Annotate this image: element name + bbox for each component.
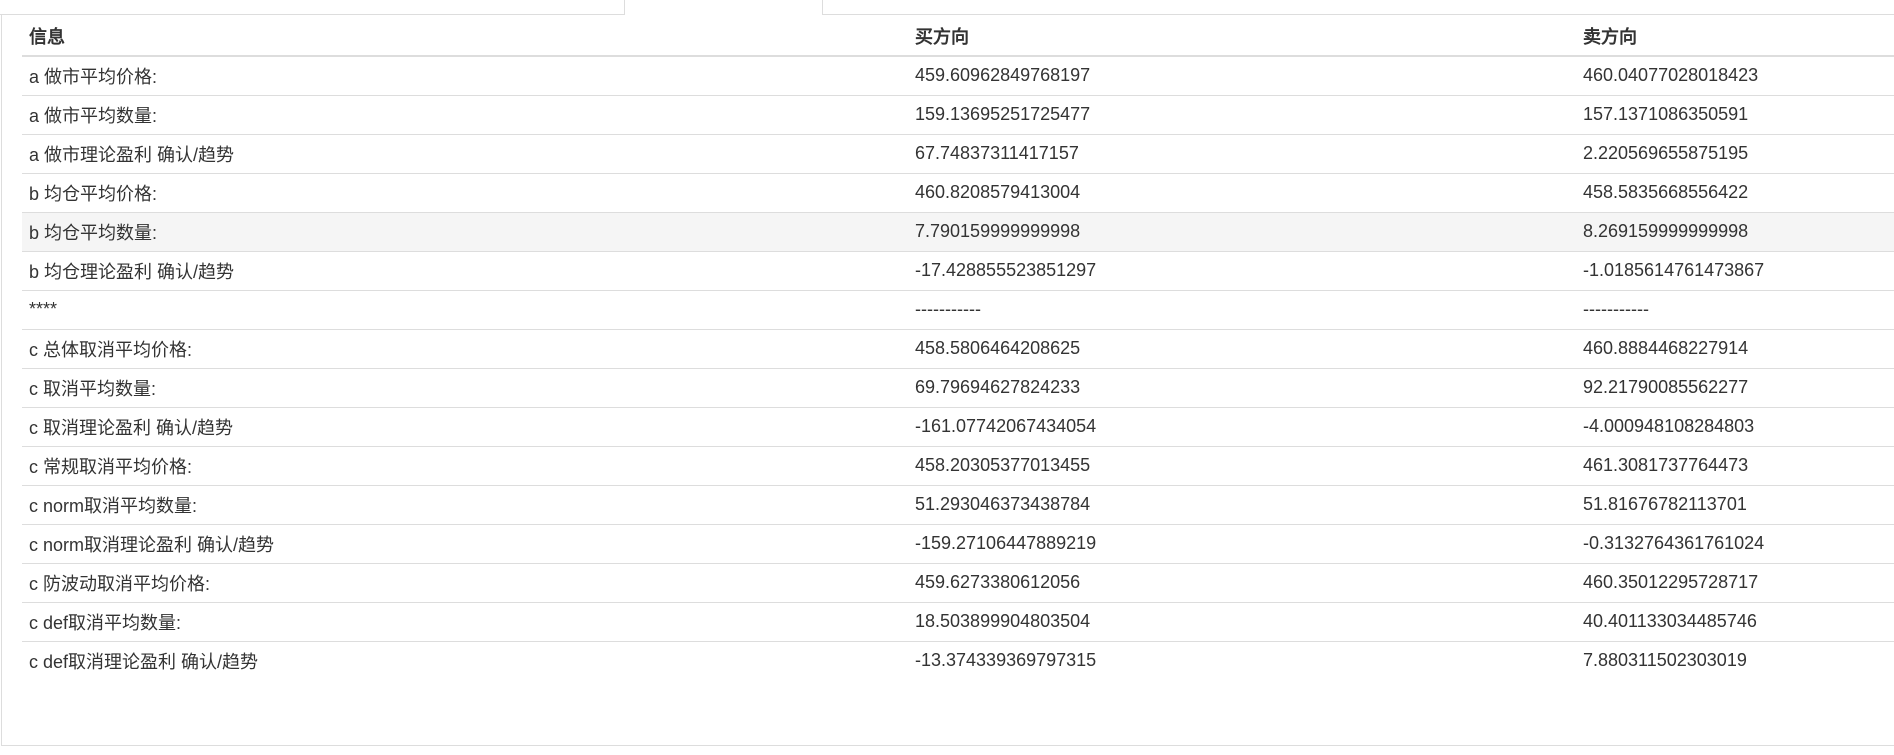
sell-value-cell: 7.880311502303019 <box>1576 640 1894 680</box>
table-row: a 做市平均数量: 159.13695251725477 157.137108635… <box>22 94 1894 134</box>
table-row: **** ----------- ----------- <box>22 289 1894 329</box>
table-header: 信息 买方向 卖方向 <box>22 16 1894 57</box>
buy-value-cell: -17.428855523851297 <box>908 250 1576 290</box>
info-cell: c def取消平均数量: <box>22 601 908 641</box>
table-row: c 总体取消平均价格: 458.5806464208625 460.88844682… <box>22 328 1894 368</box>
info-cell: c 常规取消平均价格: <box>22 445 908 485</box>
table-row: a 做市理论盈利 确认/趋势 67.74837311417157 2.2205696… <box>22 133 1894 173</box>
info-cell: b 均仓平均价格: <box>22 172 908 212</box>
sell-value-cell: 2.220569655875195 <box>1576 133 1894 173</box>
buy-value-cell: 69.79694627824233 <box>908 367 1576 407</box>
sell-value-cell: 157.1371086350591 <box>1576 94 1894 134</box>
header-info: 信息 <box>22 16 908 57</box>
buy-value-cell: 51.293046373438784 <box>908 484 1576 524</box>
buy-value-cell: 459.6273380612056 <box>908 562 1576 602</box>
header-sell-direction: 卖方向 <box>1576 16 1894 57</box>
tab-inactive-right[interactable] <box>822 0 1894 15</box>
table-row: a 做市平均价格: 459.60962849768197 460.040770280… <box>22 55 1894 95</box>
table-row: c norm取消平均数量: 51.293046373438784 51.816767… <box>22 484 1894 524</box>
buy-value-cell: 18.503899904803504 <box>908 601 1576 641</box>
sell-value-cell: -1.0185614761473867 <box>1576 250 1894 290</box>
tab-strip <box>0 0 1894 16</box>
info-cell: a 做市平均价格: <box>22 55 908 95</box>
table-row: c def取消平均数量: 18.503899904803504 40.4011330… <box>22 601 1894 641</box>
sell-value-cell: -0.3132764361761024 <box>1576 523 1894 563</box>
buy-value-cell: -161.07742067434054 <box>908 406 1576 446</box>
header-row: 信息 买方向 卖方向 <box>22 16 1894 57</box>
info-cell: c norm取消平均数量: <box>22 484 908 524</box>
sell-value-cell: 8.269159999999998 <box>1576 211 1894 251</box>
tab-inactive-left[interactable] <box>0 0 625 15</box>
info-cell: b 均仓平均数量: <box>22 211 908 251</box>
page: 信息 买方向 卖方向 a 做市平均价格: 459.60962849768197 46… <box>0 0 1894 755</box>
buy-value-cell: 458.5806464208625 <box>908 328 1576 368</box>
sell-value-cell: ----------- <box>1576 289 1894 329</box>
info-cell: c def取消理论盈利 确认/趋势 <box>22 640 908 680</box>
buy-value-cell: 458.20305377013455 <box>908 445 1576 485</box>
buy-value-cell: -13.374339369797315 <box>908 640 1576 680</box>
buy-value-cell: 7.790159999999998 <box>908 211 1576 251</box>
info-cell: c 防波动取消平均价格: <box>22 562 908 602</box>
tab-active[interactable] <box>625 0 822 16</box>
info-cell: c 取消平均数量: <box>22 367 908 407</box>
sell-value-cell: 458.5835668556422 <box>1576 172 1894 212</box>
info-cell: c norm取消理论盈利 确认/趋势 <box>22 523 908 563</box>
buy-value-cell: 459.60962849768197 <box>908 55 1576 95</box>
table-row: b 均仓平均数量: 7.790159999999998 8.269159999999… <box>22 211 1894 251</box>
table-body: a 做市平均价格: 459.60962849768197 460.040770280… <box>22 55 1894 680</box>
info-cell: c 总体取消平均价格: <box>22 328 908 368</box>
buy-value-cell: -159.27106447889219 <box>908 523 1576 563</box>
buy-value-cell: 460.8208579413004 <box>908 172 1576 212</box>
table-row: c 取消理论盈利 确认/趋势 -161.07742067434054 -4.0009… <box>22 406 1894 446</box>
table-row: c def取消理论盈利 确认/趋势 -13.374339369797315 7.88… <box>22 640 1894 680</box>
buy-value-cell: ----------- <box>908 289 1576 329</box>
sell-value-cell: 460.8884468227914 <box>1576 328 1894 368</box>
buy-value-cell: 67.74837311417157 <box>908 133 1576 173</box>
table-row: b 均仓平均价格: 460.8208579413004 458.5835668556… <box>22 172 1894 212</box>
table-row: c 防波动取消平均价格: 459.6273380612056 460.3501229… <box>22 562 1894 602</box>
info-table: 信息 买方向 卖方向 a 做市平均价格: 459.60962849768197 46… <box>22 16 1894 680</box>
table-row: b 均仓理论盈利 确认/趋势 -17.428855523851297 -1.0185… <box>22 250 1894 290</box>
sell-value-cell: 92.21790085562277 <box>1576 367 1894 407</box>
buy-value-cell: 159.13695251725477 <box>908 94 1576 134</box>
info-cell: c 取消理论盈利 确认/趋势 <box>22 406 908 446</box>
sell-value-cell: 460.04077028018423 <box>1576 55 1894 95</box>
info-cell: b 均仓理论盈利 确认/趋势 <box>22 250 908 290</box>
info-cell: a 做市理论盈利 确认/趋势 <box>22 133 908 173</box>
info-cell: **** <box>22 289 908 329</box>
sell-value-cell: 40.401133034485746 <box>1576 601 1894 641</box>
table-row: c 常规取消平均价格: 458.20305377013455 461.3081737… <box>22 445 1894 485</box>
table-row: c norm取消理论盈利 确认/趋势 -159.27106447889219 -0.… <box>22 523 1894 563</box>
info-cell: a 做市平均数量: <box>22 94 908 134</box>
table-row: c 取消平均数量: 69.79694627824233 92.21790085562… <box>22 367 1894 407</box>
sell-value-cell: 461.3081737764473 <box>1576 445 1894 485</box>
header-buy-direction: 买方向 <box>908 16 1576 57</box>
sell-value-cell: -4.000948108284803 <box>1576 406 1894 446</box>
sell-value-cell: 51.81676782113701 <box>1576 484 1894 524</box>
sell-value-cell: 460.35012295728717 <box>1576 562 1894 602</box>
